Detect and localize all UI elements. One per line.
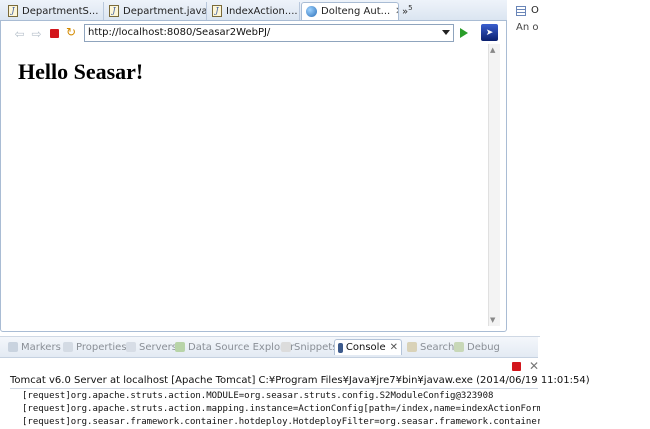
tab-label: IndexAction.... (226, 5, 298, 17)
back-icon[interactable]: ⇦ (13, 27, 26, 41)
url-dropdown-icon[interactable] (442, 30, 450, 35)
overflow-count: 5 (408, 4, 413, 12)
stop-icon[interactable] (50, 29, 59, 38)
outline-view (512, 0, 650, 330)
tab-label: DepartmentS... (22, 5, 99, 17)
tab-search[interactable]: Search (407, 339, 454, 355)
dolteng-icon[interactable]: ➤ (481, 24, 498, 41)
tab-label: Properties (76, 341, 127, 353)
debug-icon (454, 342, 464, 352)
forward-icon[interactable]: ⇨ (30, 27, 43, 41)
scroll-down-icon[interactable]: ▼ (490, 316, 495, 324)
browser-content (5, 44, 488, 326)
snippets-icon (281, 342, 291, 352)
console-header: Tomcat v6.0 Server at localhost [Apache … (10, 375, 590, 386)
tab-properties[interactable]: Properties (63, 339, 127, 355)
tab-console[interactable]: Console ✕ (334, 339, 402, 355)
tab-markers[interactable]: Markers (8, 339, 61, 355)
go-icon[interactable] (460, 28, 468, 38)
tab-label: Debug (467, 341, 500, 353)
java-file-icon: J (8, 5, 18, 17)
tab-departments[interactable]: J DepartmentS... (4, 2, 104, 20)
java-file-icon: J (212, 5, 222, 17)
tab-overflow-button[interactable]: »5 (402, 4, 413, 17)
tab-snippets[interactable]: Snippets (281, 339, 337, 355)
tab-label: Department.java (123, 5, 207, 17)
servers-icon (126, 342, 136, 352)
tab-dolteng-browser[interactable]: Dolteng Aut... ✕ (301, 2, 399, 20)
outline-icon (516, 6, 526, 16)
data-source-icon (175, 342, 185, 352)
markers-icon (8, 342, 18, 352)
console-line: [request]org.apache.struts.action.mappin… (22, 404, 540, 414)
tab-department-java[interactable]: J Department.java (105, 2, 207, 20)
console-line: [request]org.seasar.framework.container.… (22, 417, 540, 427)
close-tab-icon[interactable]: ✕ (390, 342, 398, 353)
tab-label: Servers (139, 341, 178, 353)
console-divider (10, 388, 538, 389)
java-file-icon: J (109, 5, 119, 17)
search-icon (407, 342, 417, 352)
outline-message: An o (516, 22, 539, 33)
tab-label: Search (420, 341, 455, 353)
outline-title[interactable]: O (531, 5, 539, 16)
remove-launch-icon[interactable]: ✕ (529, 359, 539, 373)
url-input[interactable]: http://localhost:8080/Seasar2WebPJ/ (84, 24, 454, 42)
page-heading: Hello Seasar! (18, 59, 144, 84)
tab-label: Dolteng Aut... (321, 6, 391, 17)
console-line: [request]org.apache.struts.action.MODULE… (22, 391, 494, 401)
scroll-up-icon[interactable]: ▲ (490, 46, 495, 54)
terminate-icon[interactable] (512, 362, 521, 371)
properties-icon (63, 342, 73, 352)
tab-label: Snippets (294, 341, 338, 353)
refresh-icon[interactable]: ↻ (66, 25, 76, 39)
console-icon (338, 342, 343, 353)
browser-globe-icon (306, 6, 317, 17)
close-tab-icon[interactable]: ✕ (395, 6, 398, 17)
tab-index-action[interactable]: J IndexAction.... (208, 2, 300, 20)
tab-data-source-explorer[interactable]: Data Source Explorer (175, 339, 294, 355)
tab-servers[interactable]: Servers (126, 339, 177, 355)
tab-debug[interactable]: Debug (454, 339, 500, 355)
vertical-scrollbar[interactable] (488, 44, 500, 326)
tab-label: Console (345, 342, 386, 353)
tab-label: Data Source Explorer (188, 341, 295, 353)
tab-label: Markers (21, 341, 61, 353)
